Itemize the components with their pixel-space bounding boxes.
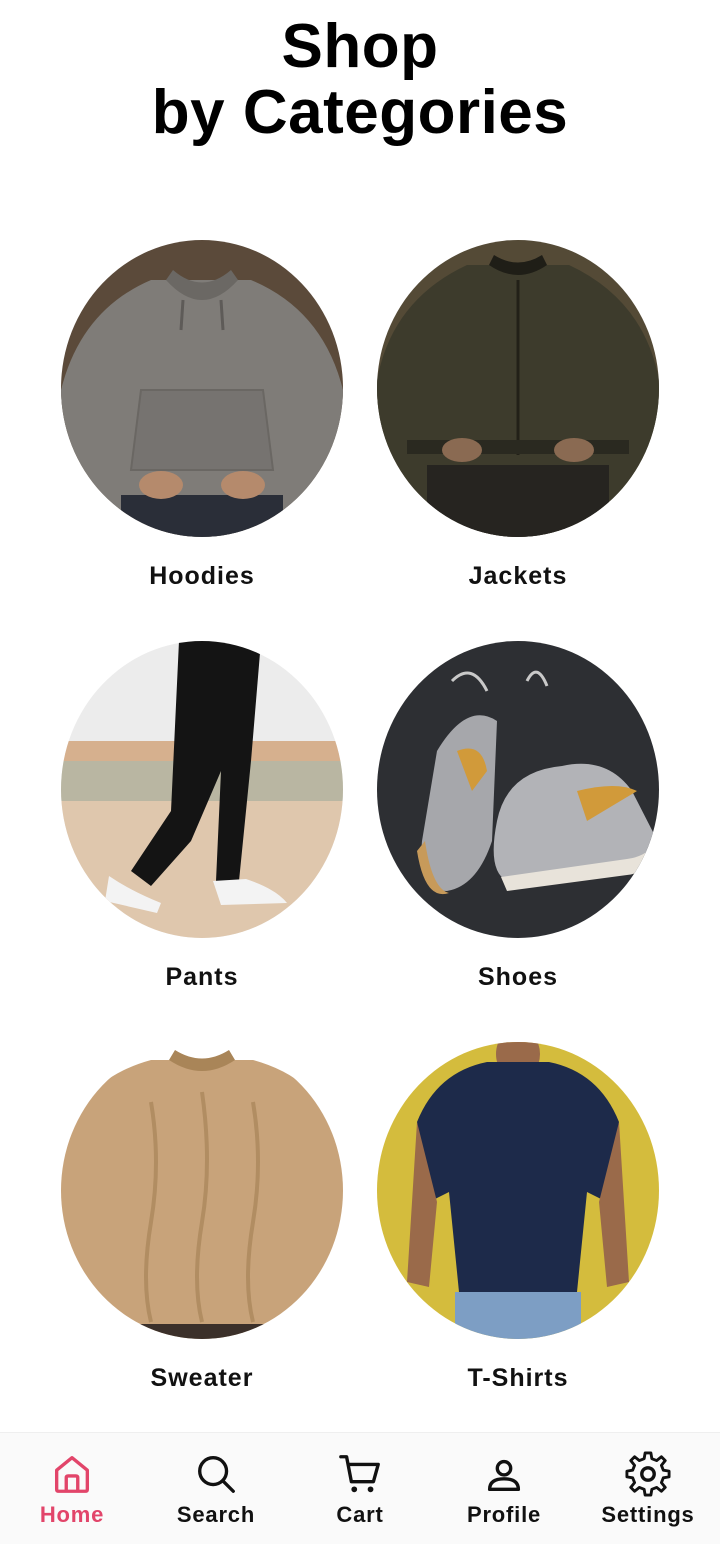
nav-item-settings[interactable]: Settings <box>576 1433 720 1544</box>
hoodie-image <box>61 240 343 537</box>
shoes-image <box>377 641 659 938</box>
pants-image <box>61 641 343 938</box>
page-title-line2: by Categories <box>151 78 569 147</box>
category-label: T-Shirts <box>467 1364 569 1392</box>
category-card-jackets[interactable]: Jackets <box>368 240 668 591</box>
category-label: Pants <box>165 963 239 991</box>
jacket-image <box>377 240 659 537</box>
nav-item-profile[interactable]: Profile <box>432 1433 576 1544</box>
category-card-pants[interactable]: Pants <box>52 641 352 992</box>
category-card-tshirts[interactable]: T-Shirts <box>368 1042 668 1393</box>
profile-icon <box>487 1459 521 1492</box>
search-icon <box>198 1456 235 1493</box>
nav-item-home[interactable]: Home <box>0 1433 144 1544</box>
settings-icon <box>625 1451 671 1497</box>
category-card-shoes[interactable]: Shoes <box>368 641 668 992</box>
cart-icon <box>339 1455 380 1493</box>
category-label: Shoes <box>477 963 559 991</box>
nav-label-home: Home <box>39 1502 105 1527</box>
home-icon <box>54 1456 90 1493</box>
bottom-nav: Home Search Cart Profile Settings <box>0 1432 720 1544</box>
nav-item-cart[interactable]: Cart <box>288 1433 432 1544</box>
category-label: Sweater <box>150 1364 254 1392</box>
category-label: Jackets <box>468 562 568 590</box>
nav-item-search[interactable]: Search <box>144 1433 288 1544</box>
tshirt-image <box>377 1042 659 1339</box>
page-title-line1: Shop <box>281 12 439 81</box>
category-card-sweater[interactable]: Sweater <box>52 1042 352 1393</box>
sweater-image <box>61 1042 343 1339</box>
nav-label-profile: Profile <box>466 1502 542 1527</box>
category-label: Hoodies <box>149 562 255 590</box>
nav-label-settings: Settings <box>601 1502 695 1527</box>
nav-label-cart: Cart <box>336 1502 384 1527</box>
nav-label-search: Search <box>176 1502 256 1527</box>
category-card-hoodies[interactable]: Hoodies <box>52 240 352 591</box>
page-title: Shop by Categories <box>0 14 720 146</box>
shop-categories-screen: Shop by Categories Hoodies Jackets Pants… <box>0 0 720 1544</box>
